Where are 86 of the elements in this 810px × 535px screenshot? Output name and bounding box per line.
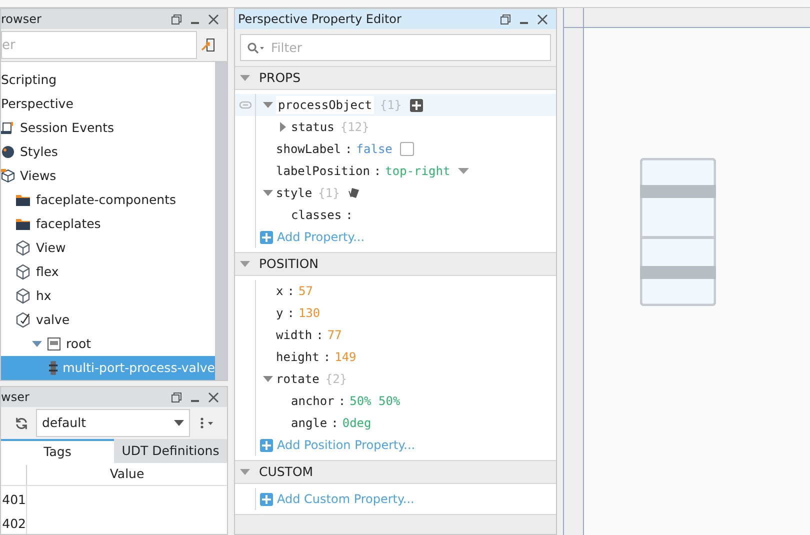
property-name: height [276, 349, 320, 366]
collapse-arrow-icon[interactable] [32, 341, 42, 347]
plus-icon [260, 230, 273, 244]
close-icon[interactable] [537, 14, 548, 24]
tree-item[interactable]: faceplates [1, 212, 215, 236]
property-name: rotate [276, 371, 320, 388]
tab[interactable]: Tags [1, 439, 114, 463]
property-name: labelPosition [276, 163, 370, 180]
property-name: status [291, 119, 334, 136]
collapse-arrow-icon[interactable] [263, 102, 273, 108]
property-name: angle [291, 415, 328, 432]
tree-item[interactable]: Views [1, 164, 215, 188]
property-name: y [276, 305, 284, 322]
cube-icon [1, 169, 15, 183]
tag-name: 401 [1, 486, 27, 510]
close-icon[interactable] [208, 392, 219, 402]
panel-title: Perspective Property Editor [238, 11, 402, 28]
palette-icon [1, 145, 15, 159]
column-header[interactable]: Value [27, 465, 227, 485]
property-name: anchor [291, 393, 334, 410]
property-name: showLabel [276, 141, 342, 158]
filter-field[interactable]: Filter [240, 34, 551, 61]
child-count: {12} [340, 119, 370, 136]
checkbox[interactable] [400, 142, 414, 156]
section-header[interactable]: POSITION [235, 252, 556, 276]
property-name: processObject [276, 96, 374, 114]
plus-icon [260, 438, 273, 452]
property-name: classes [291, 207, 342, 224]
search-icon [247, 42, 265, 54]
separator: : [287, 305, 294, 322]
cube-pencil-icon [15, 312, 31, 328]
refresh-icon[interactable] [15, 416, 28, 430]
tree-item[interactable]: Scripting [1, 68, 215, 92]
separator: : [287, 283, 294, 300]
cube-icon [15, 264, 31, 280]
separator: : [346, 207, 353, 224]
dropdown-caret-icon [174, 420, 184, 426]
property-name: style [276, 185, 312, 202]
xy-container-icon [47, 337, 61, 351]
more-options-icon[interactable] [198, 417, 216, 429]
folder-icon [15, 193, 31, 207]
tree-item[interactable]: Styles [1, 140, 215, 164]
property-name: x [276, 283, 284, 300]
expand-arrow-icon[interactable] [280, 122, 286, 132]
tree-item[interactable]: Session Events [1, 116, 215, 140]
restore-icon[interactable] [171, 392, 182, 402]
child-count: {1} [318, 185, 340, 202]
tree-item[interactable]: Perspective [1, 92, 215, 116]
plus-icon [260, 492, 273, 506]
tree-item[interactable]: root [1, 332, 215, 356]
tree-item[interactable]: faceplate-components [1, 188, 215, 212]
separator: : [338, 393, 346, 410]
filter-field[interactable]: er [1, 31, 197, 59]
tag-name: 402 [1, 510, 27, 534]
separator: : [331, 415, 338, 432]
tree-item[interactable]: valve [1, 308, 215, 332]
restore-icon[interactable] [500, 14, 511, 24]
dropdown-caret-icon[interactable] [458, 168, 470, 174]
separator: : [323, 349, 331, 366]
add-child-button[interactable] [410, 98, 423, 112]
collapse-arrow-icon[interactable] [263, 376, 273, 382]
child-count: {1} [380, 97, 402, 114]
panel-title: wser [1, 389, 30, 406]
restore-icon[interactable] [171, 14, 182, 24]
collapse-arrow-icon[interactable] [263, 190, 273, 196]
tree-item[interactable]: hx [1, 284, 215, 308]
section-header[interactable]: CUSTOM [235, 460, 556, 484]
close-icon[interactable] [208, 14, 219, 24]
scrollbar[interactable] [215, 62, 227, 380]
link-editor-icon[interactable] [201, 38, 215, 52]
section-header[interactable]: PROPS [235, 66, 556, 90]
tree-item[interactable]: View [1, 236, 215, 260]
tree-item[interactable]: flex [1, 260, 215, 284]
separator: : [316, 327, 324, 344]
separator: : [345, 141, 352, 158]
valve-component-icon [49, 360, 58, 376]
cube-icon [15, 240, 31, 256]
swatch-icon[interactable] [348, 187, 360, 199]
separator: : [374, 163, 382, 180]
panel-title: rowser [1, 11, 42, 28]
cube-icon [15, 288, 31, 304]
child-count: {2} [325, 371, 348, 388]
provider-dropdown[interactable]: default [36, 409, 190, 437]
events-icon [1, 121, 15, 135]
folder-icon [15, 217, 31, 231]
property-name: width [276, 327, 312, 344]
